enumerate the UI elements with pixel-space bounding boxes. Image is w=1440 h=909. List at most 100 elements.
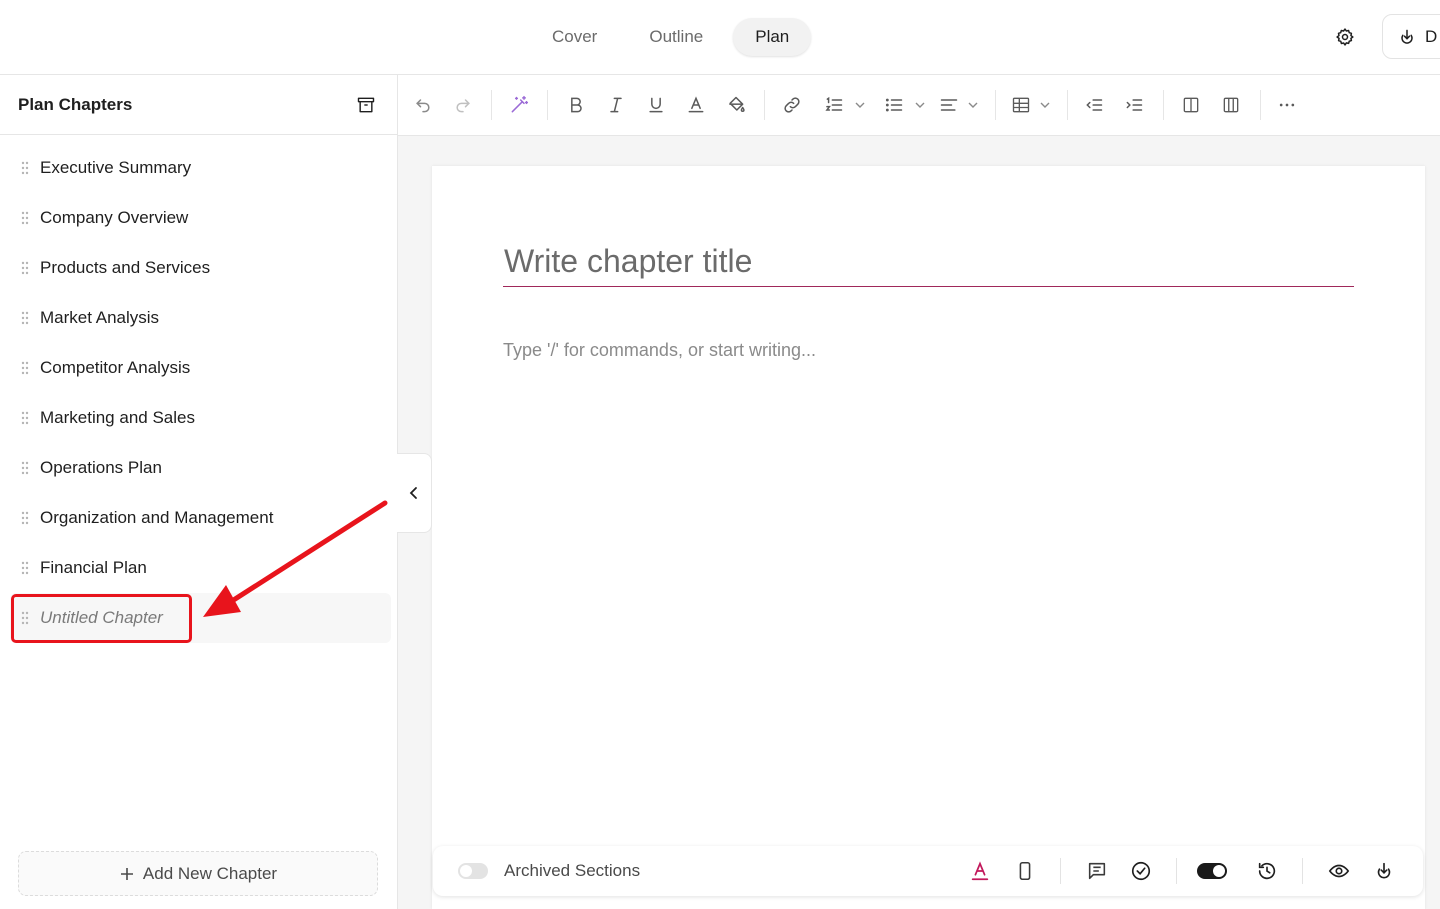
toggle-switch-icon	[1197, 863, 1227, 879]
drag-handle-icon[interactable]	[20, 511, 30, 525]
chapter-item[interactable]: Executive Summary	[10, 143, 391, 193]
chapter-item[interactable]: Marketing and Sales	[10, 393, 391, 443]
history-button[interactable]	[1255, 859, 1279, 883]
chevron-down-icon	[855, 102, 865, 108]
single-column-button[interactable]	[1180, 94, 1202, 116]
toolbar-divider	[995, 90, 996, 120]
double-column-button[interactable]	[1220, 94, 1242, 116]
italic-icon	[610, 97, 622, 113]
chapter-label: Products and Services	[40, 258, 211, 277]
numbered-list-icon	[825, 96, 843, 111]
chapter-item[interactable]: Untitled Chapter	[10, 593, 391, 643]
redo-button[interactable]	[452, 94, 474, 116]
italic-button[interactable]	[605, 94, 627, 116]
check-button[interactable]	[1129, 859, 1153, 883]
comments-button[interactable]	[1085, 859, 1109, 883]
undo-icon	[416, 99, 430, 113]
check-circle-icon	[1131, 861, 1151, 881]
bullet-list-icon	[885, 98, 903, 112]
drag-handle-icon[interactable]	[20, 261, 30, 275]
comment-icon	[1088, 862, 1106, 880]
chapter-title-input[interactable]	[503, 236, 1354, 287]
tab-outline[interactable]: Outline	[627, 18, 725, 56]
bottom-bar-divider	[1176, 858, 1177, 884]
drag-handle-icon[interactable]	[20, 211, 30, 225]
chapters-sidebar: Plan Chapters Executive Summary Company O…	[0, 75, 398, 909]
chevron-left-icon	[409, 487, 417, 499]
sidebar-title: Plan Chapters	[18, 94, 133, 114]
eye-icon	[1328, 864, 1350, 878]
download-icon	[1377, 862, 1391, 879]
ai-magic-button[interactable]	[508, 94, 530, 116]
text-color-button[interactable]	[685, 94, 707, 116]
text-color-accent-icon	[971, 861, 989, 881]
top-bar: Cover Outline Plan D	[0, 0, 1440, 75]
bottom-bar-divider	[1302, 858, 1303, 884]
chapter-item[interactable]: Competitor Analysis	[10, 343, 391, 393]
collapse-sidebar-button[interactable]	[397, 453, 432, 533]
tab-plan[interactable]: Plan	[733, 18, 812, 56]
drag-handle-icon[interactable]	[20, 561, 30, 575]
editor-body-placeholder[interactable]: Type '/' for commands, or start writing.…	[503, 340, 816, 361]
underline-button[interactable]	[645, 94, 667, 116]
mobile-icon	[1019, 861, 1031, 881]
sidebar-header: Plan Chapters	[0, 75, 397, 135]
chapter-item[interactable]: Products and Services	[10, 243, 391, 293]
drag-handle-icon[interactable]	[20, 311, 30, 325]
table-dropdown[interactable]	[1010, 94, 1052, 116]
chapter-item[interactable]: Company Overview	[10, 193, 391, 243]
chapter-item[interactable]: Financial Plan	[10, 543, 391, 593]
chevron-down-icon	[915, 102, 925, 108]
chapter-item[interactable]: Operations Plan	[10, 443, 391, 493]
chapter-item[interactable]: Organization and Management	[10, 493, 391, 543]
underline-icon	[649, 97, 663, 113]
indent-button[interactable]	[1123, 94, 1145, 116]
chapter-label: Organization and Management	[40, 508, 274, 527]
export-button[interactable]	[1372, 859, 1396, 883]
drag-handle-icon[interactable]	[20, 611, 30, 625]
history-icon	[1258, 862, 1276, 880]
align-icon	[940, 99, 958, 111]
more-options-button[interactable]	[1276, 94, 1298, 116]
drag-handle-icon[interactable]	[20, 411, 30, 425]
numbered-list-dropdown[interactable]	[821, 94, 869, 116]
chapter-label: Executive Summary	[40, 158, 192, 177]
fill-color-icon	[729, 96, 745, 112]
text-style-button[interactable]	[968, 859, 992, 883]
settings-button[interactable]	[1330, 22, 1360, 52]
toolbar-divider	[764, 90, 765, 120]
bullet-list-dropdown[interactable]	[881, 94, 929, 116]
bottom-bar-divider	[1060, 858, 1061, 884]
drag-handle-icon[interactable]	[20, 361, 30, 375]
chevron-down-icon	[1040, 102, 1050, 108]
download-button-label: D	[1425, 26, 1438, 46]
add-new-chapter-button[interactable]: Add New Chapter	[18, 851, 378, 896]
dark-mode-toggle[interactable]	[1197, 859, 1227, 883]
download-button[interactable]: D	[1382, 14, 1440, 59]
link-button[interactable]	[781, 94, 803, 116]
drag-handle-icon[interactable]	[20, 161, 30, 175]
fill-color-button[interactable]	[725, 94, 747, 116]
chapter-label: Marketing and Sales	[40, 408, 195, 427]
archived-sections-label: Archived Sections	[504, 861, 641, 880]
archived-sections-toggle[interactable]	[458, 863, 488, 879]
preview-button[interactable]	[1327, 859, 1351, 883]
mobile-preview-button[interactable]	[1013, 859, 1037, 883]
download-icon	[1401, 29, 1413, 44]
bold-button[interactable]	[565, 94, 587, 116]
drag-handle-icon[interactable]	[20, 461, 30, 475]
chapter-item[interactable]: Market Analysis	[10, 293, 391, 343]
link-icon	[784, 97, 800, 113]
chapter-list: Executive Summary Company Overview Product…	[0, 135, 397, 643]
column-double-icon	[1223, 97, 1239, 113]
bold-icon	[571, 97, 582, 113]
editor-toolbar	[398, 75, 1440, 136]
tab-cover[interactable]: Cover	[530, 18, 619, 56]
align-dropdown[interactable]	[938, 94, 980, 116]
archive-button[interactable]	[353, 92, 379, 118]
toolbar-divider	[1067, 90, 1068, 120]
archive-icon	[357, 97, 375, 112]
outdent-button[interactable]	[1083, 94, 1105, 116]
text-color-icon	[688, 96, 704, 113]
undo-button[interactable]	[412, 94, 434, 116]
